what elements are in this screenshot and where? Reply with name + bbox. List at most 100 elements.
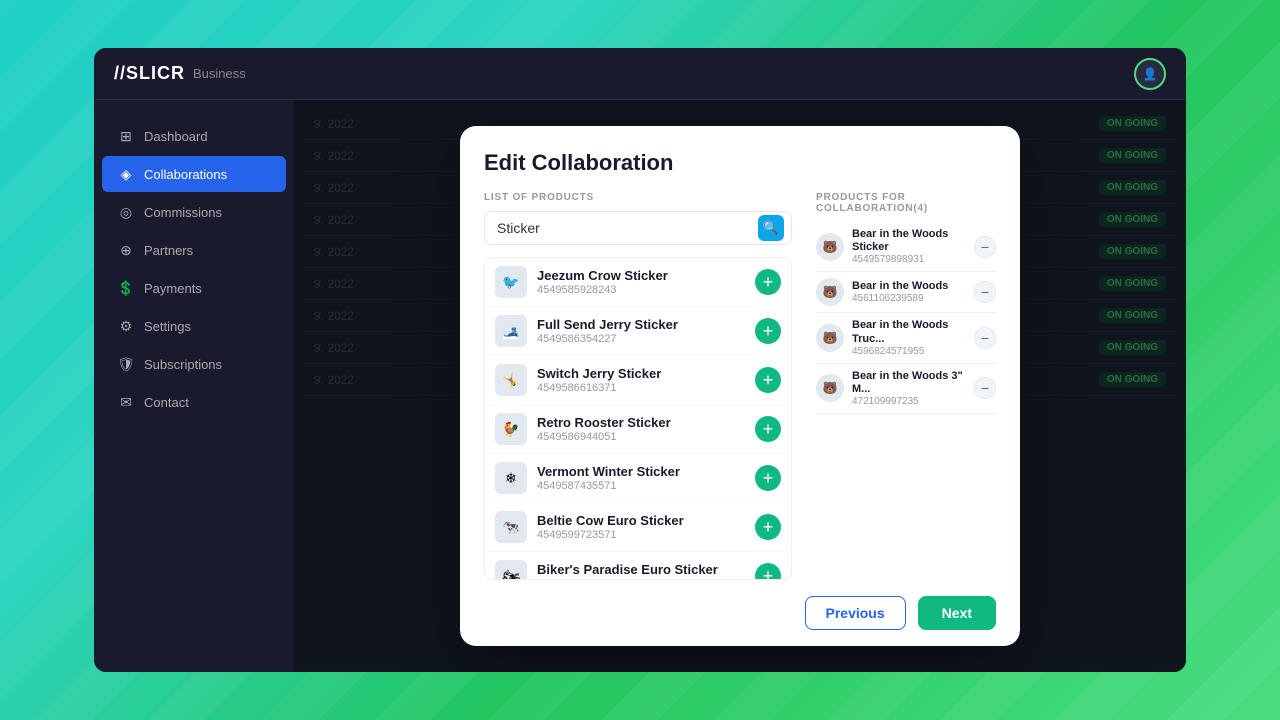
sidebar-item-commissions[interactable]: ◎ Commissions: [102, 194, 286, 230]
remove-product-button[interactable]: −: [974, 377, 996, 399]
sidebar-item-payments[interactable]: 💲 Payments: [102, 270, 286, 306]
edit-collaboration-modal: Edit Collaboration LIST OF PRODUCTS 🔍: [460, 126, 1020, 646]
add-product-button[interactable]: +: [755, 367, 781, 393]
product-thumbnail: 🎿: [495, 315, 527, 347]
app-body: ⊞ Dashboard ◈ Collaborations ◎ Commissio…: [94, 100, 1186, 672]
sidebar-item-settings[interactable]: ⚙ Settings: [102, 308, 286, 344]
product-name: Biker's Paradise Euro Sticker: [537, 562, 745, 579]
sidebar-item-partners[interactable]: ⊕ Partners: [102, 232, 286, 268]
add-product-button[interactable]: +: [755, 514, 781, 540]
product-name: Jeezum Crow Sticker: [537, 268, 745, 285]
product-thumbnail: ❄: [495, 462, 527, 494]
list-item: 🏍 Biker's Paradise Euro Sticker 45496002…: [485, 552, 791, 580]
commissions-icon: ◎: [118, 204, 134, 220]
add-product-button[interactable]: +: [755, 318, 781, 344]
product-info: Jeezum Crow Sticker 4549585928243: [537, 268, 745, 297]
product-thumbnail: 🏍: [495, 560, 527, 580]
collab-info: Bear in the Woods 4561106239589: [852, 280, 966, 304]
sidebar-item-label: Payments: [144, 281, 202, 296]
collab-info: Bear in the Woods Truc... 4596824571955: [852, 319, 966, 356]
sidebar-item-label: Dashboard: [144, 129, 208, 144]
right-panel-label: PRODUCTS FOR COLLABORATION(4): [816, 192, 996, 214]
modal-footer: Previous Next: [460, 580, 1020, 646]
modal-overlay: Edit Collaboration LIST OF PRODUCTS 🔍: [294, 100, 1186, 672]
search-wrapper: 🔍: [484, 211, 792, 245]
list-item: ❄ Vermont Winter Sticker 4549587435571 +: [485, 454, 791, 503]
previous-button[interactable]: Previous: [805, 596, 906, 630]
collab-info: Bear in the Woods 3" M... 472109997235: [852, 370, 966, 407]
sidebar-item-label: Contact: [144, 395, 189, 410]
list-item: 🎿 Full Send Jerry Sticker 4549586354227 …: [485, 307, 791, 356]
add-product-button[interactable]: +: [755, 563, 781, 580]
product-name: Vermont Winter Sticker: [537, 464, 745, 481]
sidebar-item-collaborations[interactable]: ◈ Collaborations: [102, 156, 286, 192]
modal-title: Edit Collaboration: [484, 150, 996, 176]
sidebar-item-label: Commissions: [144, 205, 222, 220]
list-item: 🐓 Retro Rooster Sticker 4549586944051 +: [485, 405, 791, 454]
sidebar-item-label: Subscriptions: [144, 357, 222, 372]
remove-product-button[interactable]: −: [974, 327, 996, 349]
product-info: Retro Rooster Sticker 4549586944051: [537, 415, 745, 444]
modal-body: LIST OF PRODUCTS 🔍 🐦 Jeezum Crow St: [460, 192, 1020, 580]
product-id: 4549587435571: [537, 480, 745, 492]
product-name: Retro Rooster Sticker: [537, 415, 745, 432]
list-item: 🤸 Switch Jerry Sticker 4549586616371 +: [485, 356, 791, 405]
subscriptions-icon: 🛡: [118, 356, 134, 372]
collab-id: 4596824571955: [852, 346, 966, 357]
product-id: 4549586354227: [537, 333, 745, 345]
list-item: 🐻 Bear in the Woods 4561106239589 −: [816, 272, 996, 313]
add-product-button[interactable]: +: [755, 416, 781, 442]
collaborations-icon: ◈: [118, 166, 134, 182]
sidebar-item-dashboard[interactable]: ⊞ Dashboard: [102, 118, 286, 154]
collab-name: Bear in the Woods: [852, 280, 966, 293]
collab-thumbnail: 🐻: [816, 324, 844, 352]
product-info: Biker's Paradise Euro Sticker 4549600280…: [537, 562, 745, 580]
product-info: Vermont Winter Sticker 4549587435571: [537, 464, 745, 493]
topbar-right: 👤: [1134, 58, 1166, 90]
collab-name: Bear in the Woods 3" M...: [852, 370, 966, 396]
sidebar-item-subscriptions[interactable]: 🛡 Subscriptions: [102, 346, 286, 382]
settings-icon: ⚙: [118, 318, 134, 334]
dashboard-icon: ⊞: [118, 128, 134, 144]
product-id: 4549586944051: [537, 431, 745, 443]
product-thumbnail: 🐄: [495, 511, 527, 543]
product-info: Full Send Jerry Sticker 4549586354227: [537, 317, 745, 346]
product-info: Switch Jerry Sticker 4549586616371: [537, 366, 745, 395]
product-thumbnail: 🤸: [495, 364, 527, 396]
sidebar-item-label: Partners: [144, 243, 193, 258]
collab-id: 472109997235: [852, 396, 966, 407]
payments-icon: 💲: [118, 280, 134, 296]
product-id: 4549586616371: [537, 382, 745, 394]
collab-thumbnail: 🐻: [816, 278, 844, 306]
add-product-button[interactable]: +: [755, 465, 781, 491]
list-item: 🐄 Beltie Cow Euro Sticker 4549599723571 …: [485, 503, 791, 552]
right-panel: PRODUCTS FOR COLLABORATION(4) 🐻 Bear in …: [816, 192, 996, 580]
sidebar-item-contact[interactable]: ✉ Contact: [102, 384, 286, 420]
sidebar-item-label: Collaborations: [144, 167, 227, 182]
collab-thumbnail: 🐻: [816, 374, 844, 402]
remove-product-button[interactable]: −: [974, 236, 996, 258]
product-id: 4549599723571: [537, 529, 745, 541]
collab-thumbnail: 🐻: [816, 233, 844, 261]
search-icon: 🔍: [763, 220, 779, 236]
collab-name: Bear in the Woods Sticker: [852, 228, 966, 254]
product-thumbnail: 🐓: [495, 413, 527, 445]
product-list[interactable]: 🐦 Jeezum Crow Sticker 4549585928243 + 🎿 …: [484, 257, 792, 580]
product-name: Switch Jerry Sticker: [537, 366, 745, 383]
add-product-button[interactable]: +: [755, 269, 781, 295]
app-container: //SLICR Business 👤 ⊞ Dashboard ◈ Collabo…: [94, 48, 1186, 672]
business-label: Business: [193, 66, 246, 81]
avatar[interactable]: 👤: [1134, 58, 1166, 90]
search-button[interactable]: 🔍: [758, 215, 784, 241]
product-name: Beltie Cow Euro Sticker: [537, 513, 745, 530]
collaboration-list: 🐻 Bear in the Woods Sticker 454957989893…: [816, 222, 996, 580]
search-input[interactable]: [484, 211, 792, 245]
remove-product-button[interactable]: −: [974, 281, 996, 303]
collab-info: Bear in the Woods Sticker 4549579898931: [852, 228, 966, 265]
product-info: Beltie Cow Euro Sticker 4549599723571: [537, 513, 745, 542]
contact-icon: ✉: [118, 394, 134, 410]
app-logo: //SLICR: [114, 63, 185, 84]
next-button[interactable]: Next: [918, 596, 996, 630]
collab-id: 4549579898931: [852, 254, 966, 265]
modal-header: Edit Collaboration: [460, 126, 1020, 192]
